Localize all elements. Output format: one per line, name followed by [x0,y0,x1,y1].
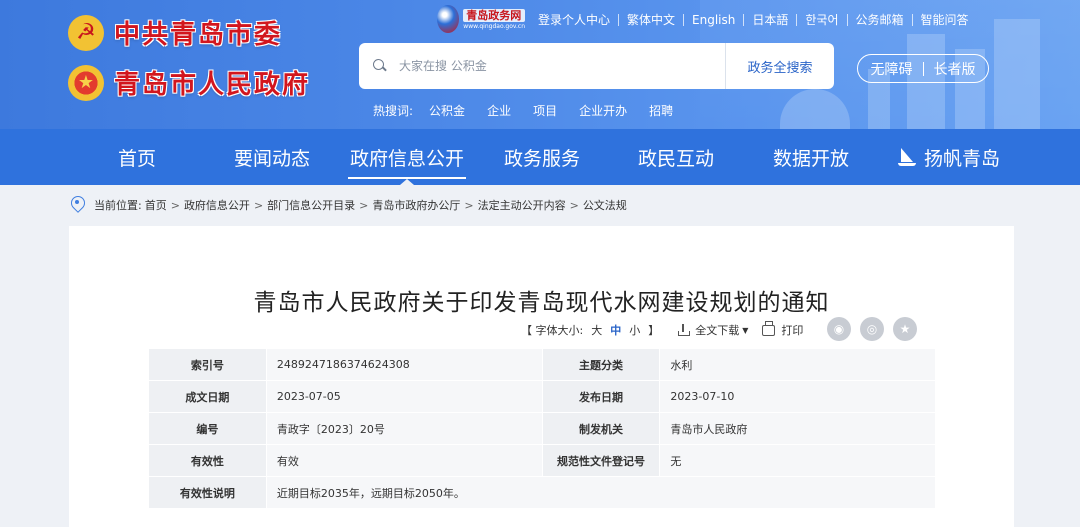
main-nav: 首页 要闻动态 政府信息公开 政务服务 政民互动 数据开放 扬帆青岛 [0,129,1080,185]
top-link-mail[interactable]: 公务邮箱 [848,11,912,28]
font-size-label: 【 字体大小: [521,324,584,337]
meta-label: 编号 [148,412,267,445]
nav-item-news[interactable]: 要闻动态 [220,129,324,185]
breadcrumb-prefix: 当前位置: [94,199,142,212]
nav-item-interaction[interactable]: 政民互动 [624,129,728,185]
print-icon [762,320,776,336]
search-box: 政务全搜索 [359,43,834,89]
meta-value: 有效 [265,444,543,477]
hot-word-link[interactable]: 项目 [533,102,557,119]
barrier-free-button[interactable]: 无障碍 [871,59,913,79]
weibo-icon[interactable]: ◎ [860,317,884,341]
hot-words-label: 热搜词: [373,104,414,118]
breadcrumb-item[interactable]: 公文法规 [583,197,627,213]
favorite-icon[interactable]: ★ [893,317,917,341]
breadcrumb: 当前位置: 首页 > 政府信息公开 > 部门信息公开目录 > 青岛市政府办公厅 … [70,195,630,215]
table-row: 索引号 2489247186374624308 主题分类 水利 [148,348,936,381]
hot-word-link[interactable]: 企业 [487,102,511,119]
caret-down-icon: ▼ [742,325,749,335]
hot-words: 热搜词: 公积金 企业 项目 企业开办 招聘 [373,102,695,119]
search-button[interactable]: 政务全搜索 [725,43,834,89]
hot-word-link[interactable]: 公积金 [429,102,465,119]
search-icon [373,59,387,73]
share-icons: ◉ ◎ ★ [827,317,926,341]
breadcrumb-item[interactable]: 政府信息公开 [184,197,250,213]
meta-label: 制发机关 [541,412,661,445]
font-size-small-button[interactable]: 小 [629,322,640,338]
table-row: 编号 青政字〔2023〕20号 制发机关 青岛市人民政府 [148,412,936,445]
elder-version-button[interactable]: 长者版 [934,59,976,79]
document-card: 青岛市人民政府关于印发青岛现代水网建设规划的通知 【 字体大小: 大 中 小 】… [69,226,1014,527]
download-icon [677,324,691,336]
sail-icon [897,148,916,166]
portal-logo-text: 青岛政务网 [463,8,525,22]
meta-value: 近期目标2035年，远期目标2050年。 [265,476,937,509]
meta-label: 成文日期 [148,380,267,413]
meta-label: 索引号 [148,348,267,381]
breadcrumb-item[interactable]: 法定主动公开内容 [478,197,566,213]
breadcrumb-item[interactable]: 部门信息公开目录 [267,197,355,213]
site-header: ☭ 中共青岛市委 ★ 青岛市人民政府 青岛政务网 www.qingdao.gov… [0,0,1080,129]
hot-word-link[interactable]: 企业开办 [579,102,627,119]
meta-value: 无 [659,444,936,477]
wechat-icon[interactable]: ◉ [827,317,851,341]
party-emblem-icon: ☭ [68,14,104,51]
top-link-login[interactable]: 登录个人中心 [530,11,618,28]
breadcrumb-item[interactable]: 青岛市政府办公厅 [372,197,460,213]
meta-value: 水利 [659,348,936,381]
meta-label: 发布日期 [541,380,661,413]
font-size-medium-button[interactable]: 中 [610,322,621,338]
meta-label: 主题分类 [541,348,661,381]
top-link-korean[interactable]: 한국어 [797,11,846,28]
nav-item-gov-info[interactable]: 政府信息公开 [340,129,474,185]
accessibility-switch: 无障碍 长者版 [857,54,989,83]
download-button[interactable]: 全文下载 ▼ [677,322,748,338]
nav-item-yangfan[interactable]: 扬帆青岛 [886,129,1012,185]
meta-value: 2023-07-05 [265,380,543,413]
globe-icon [437,5,460,33]
table-row: 有效性 有效 规范性文件登记号 无 [148,444,936,477]
document-tools: 【 字体大小: 大 中 小 】 全文下载 ▼ 打印 [517,320,803,338]
meta-label: 规范性文件登记号 [541,444,661,477]
party-org-name: 中共青岛市委 [114,20,283,50]
gov-org-name: 青岛市人民政府 [114,70,311,100]
document-meta-table: 索引号 2489247186374624308 主题分类 水利 成文日期 202… [148,348,937,509]
font-size-control: 【 字体大小: 大 中 小 】 [521,322,660,338]
font-size-large-button[interactable]: 大 [591,322,602,338]
nav-item-open-data[interactable]: 数据开放 [759,129,863,185]
nav-item-services[interactable]: 政务服务 [490,129,594,185]
meta-value: 2023-07-10 [659,380,936,413]
location-pin-icon [70,196,84,214]
table-row: 有效性说明 近期目标2035年，远期目标2050年。 [148,476,937,509]
hot-word-link[interactable]: 招聘 [649,102,673,119]
meta-label: 有效性 [148,444,267,477]
document-title: 青岛市人民政府关于印发青岛现代水网建设规划的通知 [253,290,830,316]
national-emblem-icon: ★ [68,64,104,101]
search-input[interactable] [399,59,699,73]
table-row: 成文日期 2023-07-05 发布日期 2023-07-10 [148,380,936,413]
top-link-japanese[interactable]: 日本語 [744,11,796,28]
portal-logo[interactable]: 青岛政务网 www.qingdao.gov.cn [437,2,525,36]
top-link-qa[interactable]: 智能问答 [913,11,977,28]
meta-label: 有效性说明 [148,476,267,509]
top-links: 登录个人中心 繁体中文 English 日本語 한국어 公务邮箱 智能问答 [530,11,977,28]
gov-org-logo[interactable]: ★ 青岛市人民政府 [68,64,310,101]
meta-value: 青岛市人民政府 [659,412,936,445]
meta-value: 青政字〔2023〕20号 [265,412,543,445]
party-org-logo[interactable]: ☭ 中共青岛市委 [68,14,282,51]
nav-item-home[interactable]: 首页 [96,129,178,185]
meta-value: 2489247186374624308 [265,348,543,381]
breadcrumb-item[interactable]: 首页 [145,197,167,213]
portal-logo-sub: www.qingdao.gov.cn [463,22,525,30]
print-button[interactable]: 打印 [762,320,803,338]
top-link-traditional[interactable]: 繁体中文 [619,11,683,28]
top-link-english[interactable]: English [684,13,743,27]
